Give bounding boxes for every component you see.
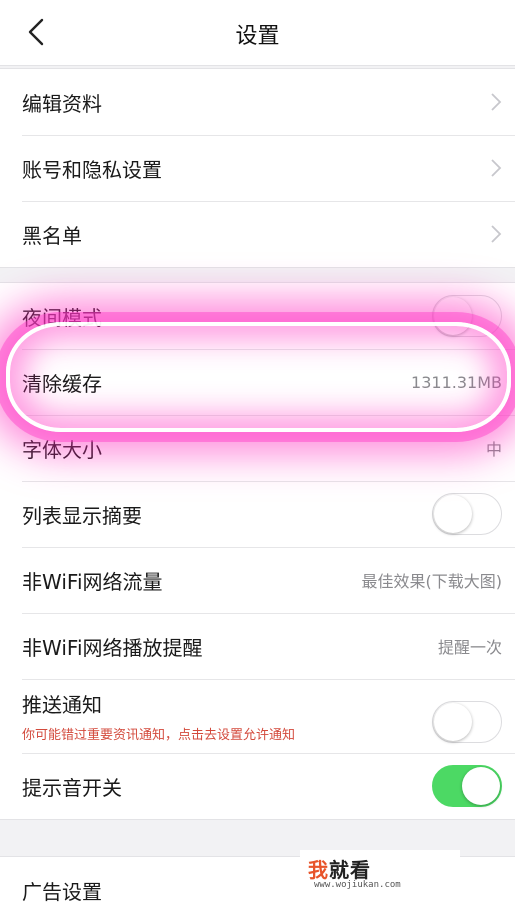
settings-group-profile: 编辑资料 账号和隐私设置 黑名单: [0, 68, 515, 268]
traffic-mode-value: 最佳效果(下载大图): [361, 572, 503, 591]
play-reminder-value: 提醒一次: [437, 638, 502, 657]
row-label: 列表显示摘要: [22, 503, 142, 528]
row-label: 非WiFi网络播放提醒: [22, 635, 203, 660]
settings-group-ads: 广告设置: [0, 856, 515, 905]
navigation-bar: 设置: [0, 0, 515, 66]
toggle-knob: [434, 703, 472, 741]
row-label: 黑名单: [22, 223, 82, 248]
push-permission-hint[interactable]: 你可能错过重要资讯通知，点击去设置允许通知: [22, 724, 295, 743]
row-label: 清除缓存: [22, 371, 102, 396]
row-blacklist[interactable]: 黑名单: [0, 201, 515, 267]
row-edit-profile[interactable]: 编辑资料: [0, 69, 515, 135]
settings-group-general: 夜间模式 清除缓存 1311.31MB 字体大小 中 列表显示摘要 非WiFi网…: [0, 282, 515, 820]
chevron-right-icon: [491, 159, 502, 177]
row-clear-cache[interactable]: 清除缓存 1311.31MB: [0, 349, 515, 415]
row-label: 广告设置: [22, 879, 102, 904]
toggle-knob: [434, 297, 472, 335]
row-account-privacy[interactable]: 账号和隐私设置: [0, 135, 515, 201]
row-night-mode: 夜间模式: [0, 283, 515, 349]
row-push-notification: 推送通知 你可能错过重要资讯通知，点击去设置允许通知: [0, 679, 515, 753]
push-toggle[interactable]: [432, 701, 502, 743]
row-sound: 提示音开关: [0, 753, 515, 819]
row-label: 推送通知: [22, 693, 102, 717]
chevron-right-icon: [491, 93, 502, 111]
toggle-knob: [462, 767, 500, 805]
row-non-wifi-play[interactable]: 非WiFi网络播放提醒 提醒一次: [0, 613, 515, 679]
row-font-size[interactable]: 字体大小 中: [0, 415, 515, 481]
night-mode-toggle[interactable]: [432, 295, 502, 337]
cache-size-value: 1311.31MB: [411, 372, 502, 392]
row-label: 夜间模式: [22, 305, 102, 330]
row-label: 账号和隐私设置: [22, 157, 162, 182]
list-summary-toggle[interactable]: [432, 493, 502, 535]
sound-toggle[interactable]: [432, 765, 502, 807]
chevron-right-icon: [491, 225, 502, 243]
row-ad-settings[interactable]: 广告设置: [0, 857, 515, 905]
font-size-value: 中: [485, 440, 502, 459]
toggle-knob: [434, 495, 472, 533]
row-label: 提示音开关: [22, 775, 122, 800]
row-non-wifi-traffic[interactable]: 非WiFi网络流量 最佳效果(下载大图): [0, 547, 515, 613]
row-label: 字体大小: [22, 437, 102, 462]
row-label: 非WiFi网络流量: [22, 569, 163, 594]
row-list-summary: 列表显示摘要: [0, 481, 515, 547]
row-label: 编辑资料: [22, 91, 102, 116]
page-title: 设置: [235, 24, 280, 49]
